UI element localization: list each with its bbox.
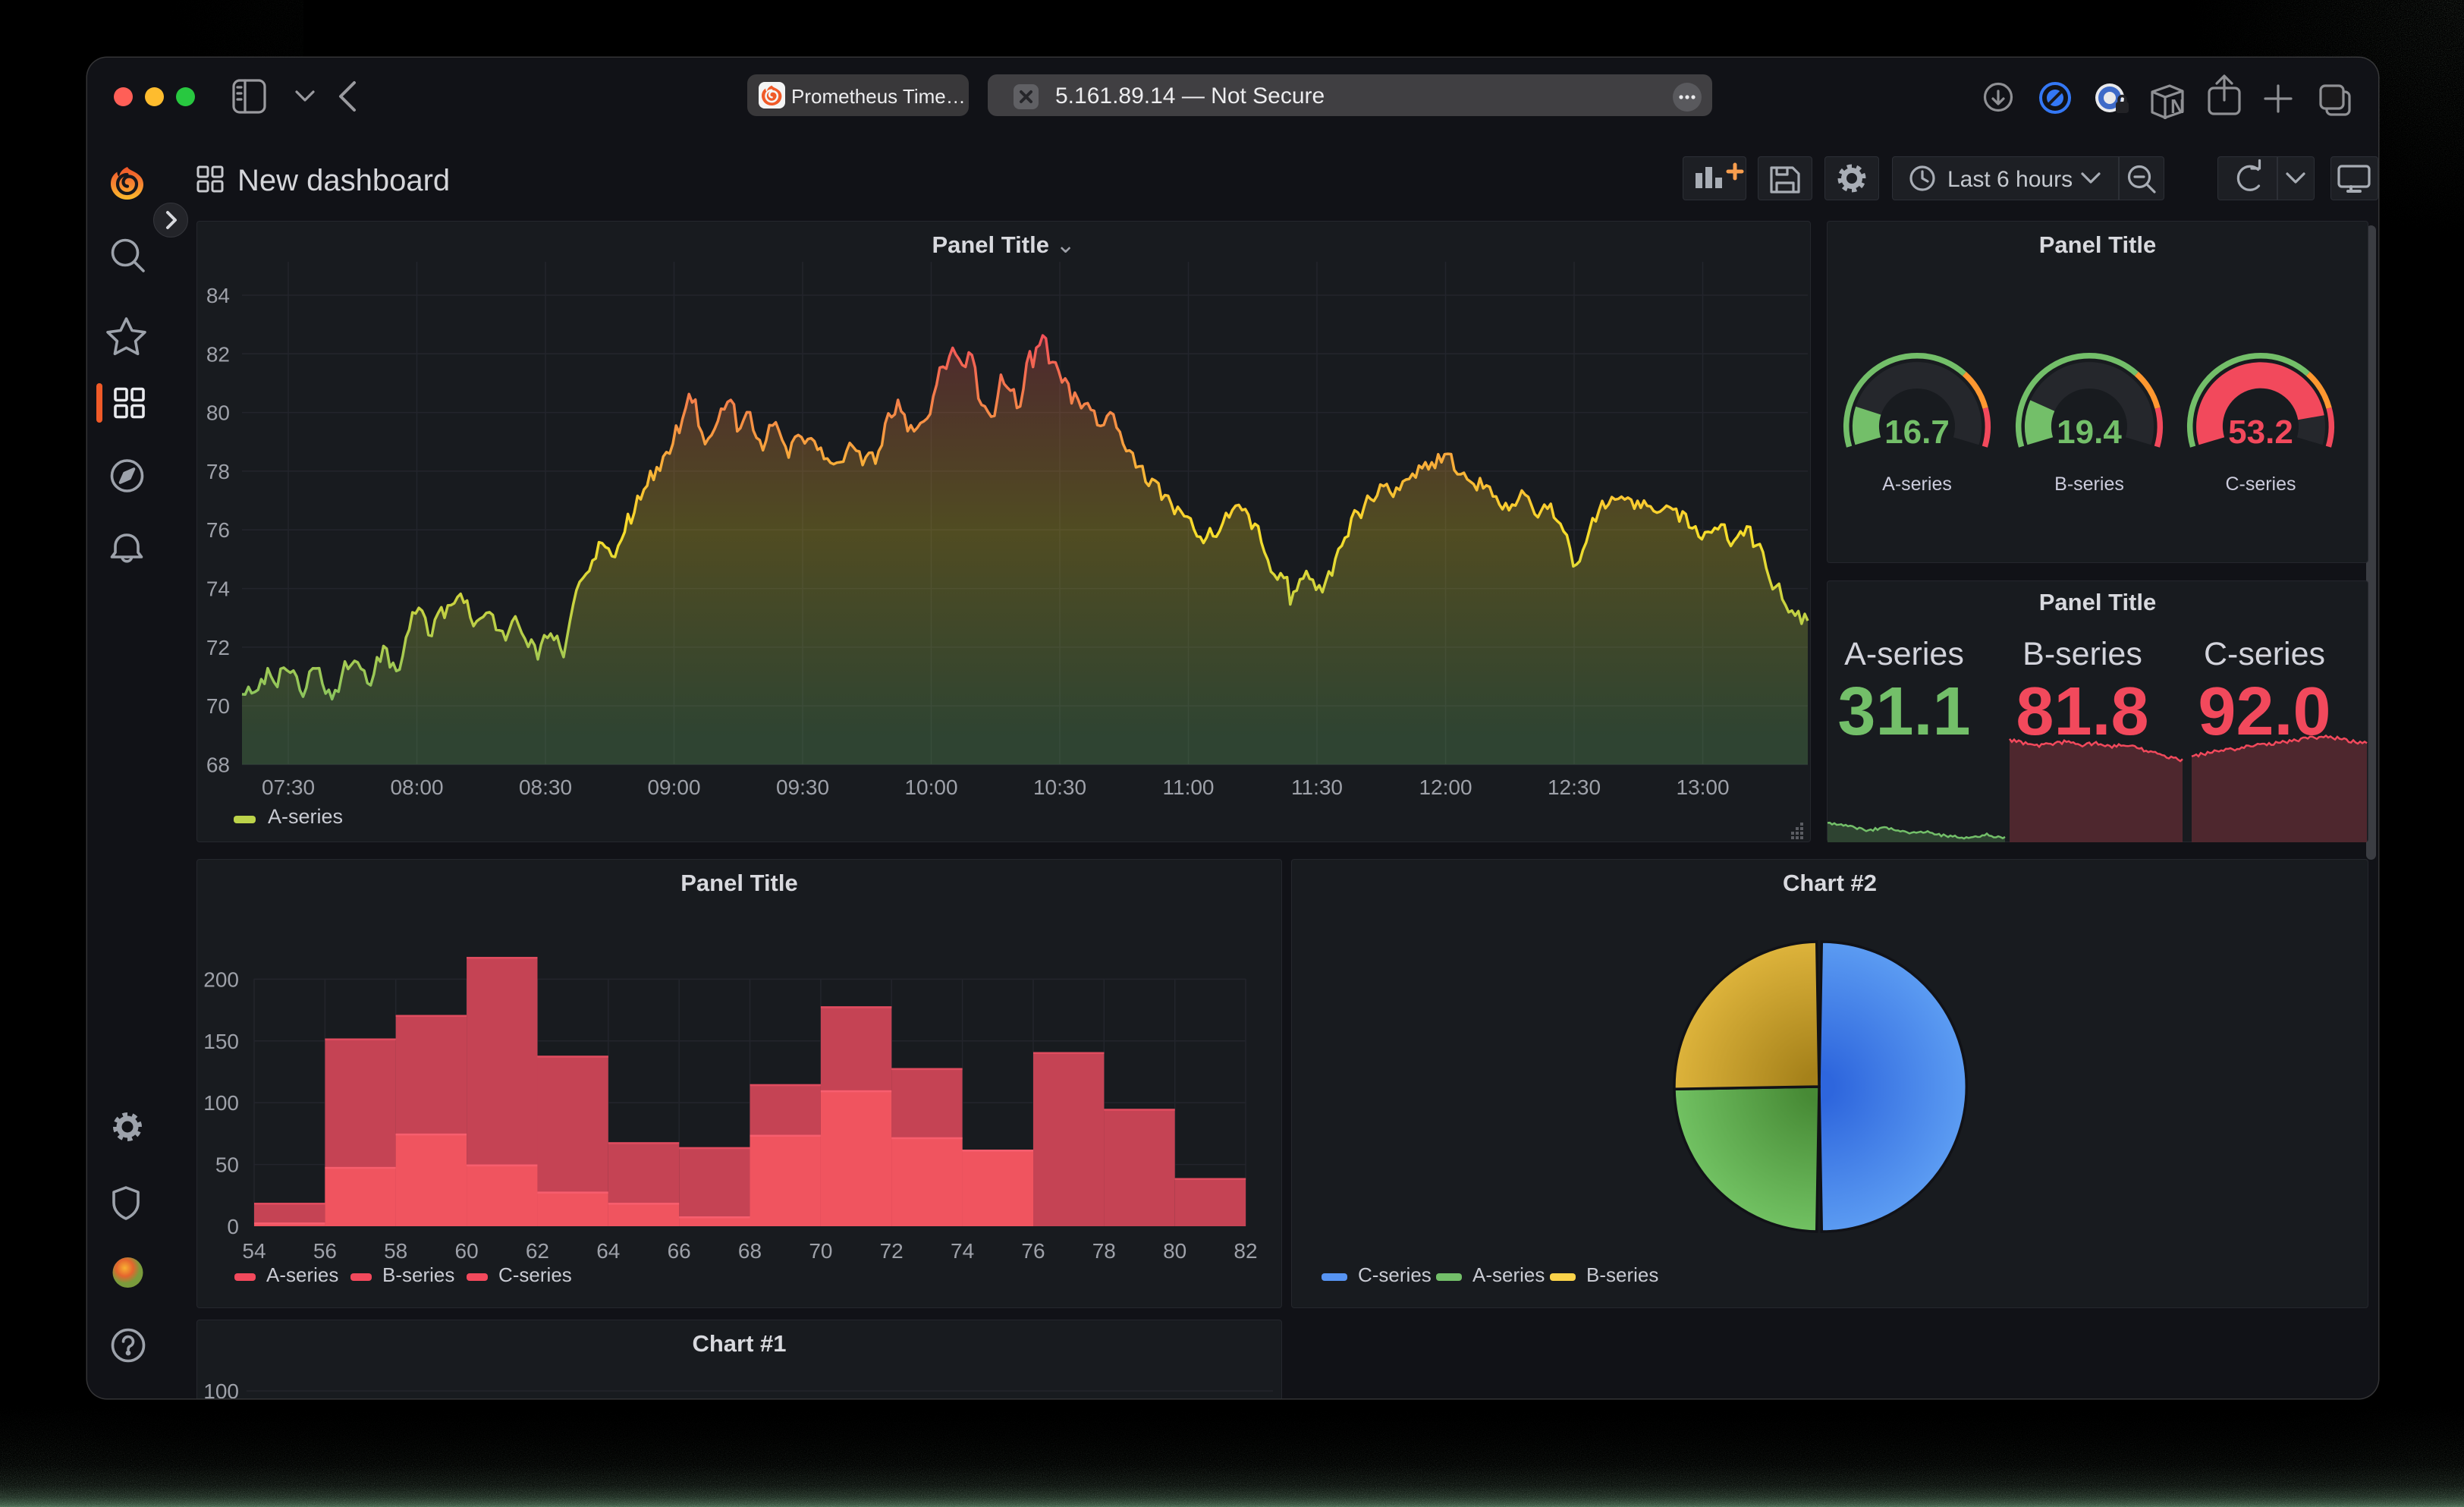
svg-text:100: 100 bbox=[203, 1380, 239, 1398]
